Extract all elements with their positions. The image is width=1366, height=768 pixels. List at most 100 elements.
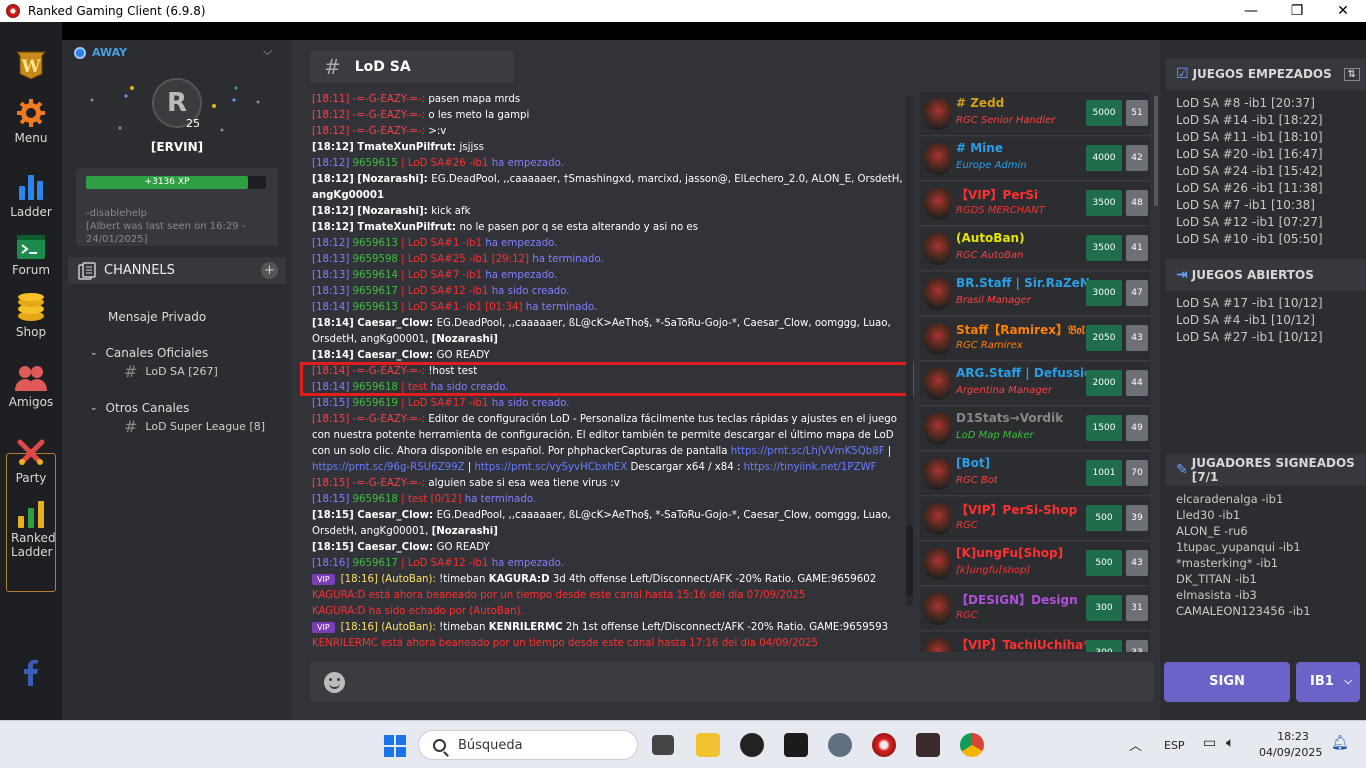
user-row[interactable]: (AutoBan) RGC AutoBan 3500 41 [920, 227, 1150, 271]
profile-message-line: 24/01/2025] [86, 234, 148, 245]
user-row[interactable]: [K]ungFu[Shop] [k]ungfu[shop] 500 43 [920, 542, 1150, 586]
file-explorer-icon[interactable] [696, 733, 720, 757]
started-game-item[interactable]: LoD SA #11 -ib1 [18:10] [1176, 129, 1323, 146]
user-row[interactable]: 【DESIGN】Design RGC 300 31 [920, 587, 1150, 631]
open-game-item[interactable]: LoD SA #17 -ib1 [10/12] [1176, 295, 1323, 312]
user-role: RGC AutoBan [956, 250, 1024, 261]
rail-party[interactable]: Party [0, 438, 62, 485]
chat-link[interactable]: https://tinyiink.net/1PZWF [744, 462, 877, 473]
started-game-item[interactable]: LoD SA #7 -ib1 [10:38] [1176, 197, 1323, 214]
started-game-item[interactable]: LoD SA #10 -ib1 [05:50] [1176, 231, 1323, 248]
user-row[interactable]: # Zedd RGC Senior Handler 5000 51 [920, 92, 1150, 136]
official-channels-group[interactable]: ⌄ Canales Oficiales [90, 346, 208, 360]
add-channel-button[interactable]: + [261, 262, 278, 279]
user-row[interactable]: D1Stats→Vordik LoD Map Maker 1500 49 [920, 407, 1150, 451]
user-row[interactable]: Staff【Ramirex】𝔅𝔬𝔩 RGC Ramirex 2050 43 [920, 317, 1150, 361]
chat-scrollbar[interactable] [906, 96, 913, 606]
signed-player-item[interactable]: Lled30 -ib1 [1176, 507, 1311, 523]
user-row[interactable]: 【VIP】PerSi RGDS MERCHANT 3500 48 [920, 182, 1150, 226]
user-level-badge: 44 [1126, 370, 1148, 396]
signed-player-item[interactable]: CAMALEON123456 -ib1 [1176, 603, 1311, 619]
task-view-icon[interactable] [652, 735, 674, 755]
started-game-item[interactable]: LoD SA #8 -ib1 [20:37] [1176, 95, 1323, 112]
chevron-up-icon[interactable]: ︿ [1129, 735, 1142, 754]
user-avatar [924, 503, 952, 535]
notification-bell-icon[interactable]: 🔔︎ [1331, 735, 1349, 751]
emoji-icon[interactable] [324, 672, 345, 693]
chat-segment: 9659613 [352, 302, 402, 313]
chat-link[interactable]: https://prnt.sc/LhjVVmK5Qb8F [731, 446, 885, 457]
sign-button[interactable]: SIGN [1164, 662, 1290, 702]
rail-menu[interactable]: Menu [0, 98, 62, 145]
chat-segment: 2h 1st offense Left/Disconnect/AFK -20% … [562, 622, 889, 633]
warcraft-logo[interactable]: W [0, 50, 62, 83]
user-row[interactable]: [Bot] RGC Bot 1001 70 [920, 452, 1150, 496]
rail-ranked-ladder[interactable]: Ranked Ladder [0, 500, 62, 559]
signed-player-item[interactable]: ALON_E -ru6 [1176, 523, 1311, 539]
network-icon[interactable]: ▭ [1203, 735, 1216, 751]
region-select[interactable]: IB1 ⌵ [1296, 662, 1360, 702]
signed-player-item[interactable]: *masterking* -ib1 [1176, 555, 1311, 571]
chat-segment: [18:12] [Nozarashi]: [312, 206, 432, 217]
chat-link[interactable]: https://prnt.sc/96g-RSU6Z99Z [312, 462, 465, 473]
user-row[interactable]: 【VIP】TachiUchiha*300 33 [920, 632, 1150, 652]
language-indicator[interactable]: ESP [1164, 739, 1185, 752]
user-row[interactable]: BR.Staff | Sir.RaZeN Brasil Manager 3000 47 [920, 272, 1150, 316]
rail-ladder[interactable]: Ladder [0, 172, 62, 219]
started-game-item[interactable]: LoD SA #20 -ib1 [16:47] [1176, 146, 1323, 163]
ranked-gaming-client-icon[interactable] [872, 733, 896, 757]
minimize-button[interactable]: — [1228, 0, 1274, 22]
rail-friends[interactable]: Amigos [0, 364, 62, 409]
warcraft-game-icon[interactable] [916, 733, 940, 757]
signed-player-item[interactable]: DK_TITAN -ib1 [1176, 571, 1311, 587]
other-channels-group[interactable]: ⌄ Otros Canales [90, 401, 189, 415]
channel-lod-super-league[interactable]: # LoD Super League [8] [124, 417, 265, 436]
volume-icon[interactable]: 🔈︎ [1226, 735, 1234, 751]
close-button[interactable]: ✕ [1320, 0, 1366, 22]
status-selector[interactable]: AWAY [74, 46, 127, 59]
maximize-button[interactable]: ❐ [1274, 0, 1320, 22]
signed-player-item[interactable]: elcaradenalga -ib1 [1176, 491, 1311, 507]
rail-shop[interactable]: Shop [0, 292, 62, 339]
highlight-box [300, 362, 914, 396]
started-game-item[interactable]: LoD SA #26 -ib1 [11:38] [1176, 180, 1323, 197]
user-list-scrollbar[interactable] [1154, 96, 1158, 206]
chat-message: [18:12] [Nozarashi]: EG.DeadPool, ,,caaa… [312, 172, 906, 204]
rail-forum[interactable]: Forum [0, 234, 62, 277]
user-list[interactable]: # Zedd RGC Senior Handler 5000 51 # Mine Euro… [920, 92, 1150, 652]
chevron-down-icon[interactable]: ⌵ [263, 44, 272, 59]
chrome-icon[interactable] [960, 733, 984, 757]
open-game-item[interactable]: LoD SA #27 -ib1 [10/12] [1176, 329, 1323, 346]
channel-title-bar: # LoD SA [310, 51, 514, 83]
chat-segment: 9659617 [352, 558, 402, 569]
started-game-item[interactable]: LoD SA #24 -ib1 [15:42] [1176, 163, 1323, 180]
sort-icon[interactable]: ⇅ [1343, 67, 1360, 81]
chat-link[interactable]: https://prnt.sc/vySyvHCbxhEX [474, 462, 627, 473]
user-row[interactable]: ARG.Staff | Defussion Argentina Manager 20… [920, 362, 1150, 406]
chat-scrollbar-thumb[interactable] [906, 526, 913, 596]
user-level-badge: 43 [1126, 325, 1148, 351]
media-player-icon[interactable] [740, 733, 764, 757]
channel-lod-sa[interactable]: # LoD SA [267] [124, 362, 218, 381]
signed-player-item[interactable]: elmasista -ib3 [1176, 587, 1311, 603]
windows-start-icon[interactable] [384, 735, 406, 757]
private-message-link[interactable]: Mensaje Privado [108, 310, 206, 324]
clock-time[interactable]: 18:23 [1262, 730, 1324, 743]
message-input[interactable] [310, 662, 1154, 702]
signed-player-item[interactable]: 1tupac_yupanqui -ib1 [1176, 539, 1311, 555]
taskbar-search[interactable]: Búsqueda [418, 730, 638, 760]
started-game-item[interactable]: LoD SA #14 -ib1 [18:22] [1176, 112, 1323, 129]
xp-bar: +3136 XP [86, 176, 266, 189]
user-row[interactable]: 【VIP】PerSi-Shop RGC 500 39 [920, 497, 1150, 541]
clock-date[interactable]: 04/09/2025 [1259, 746, 1322, 759]
user-level-badge: 48 [1126, 190, 1148, 216]
launcher-icon[interactable] [828, 733, 852, 757]
facebook-link[interactable] [0, 660, 62, 689]
window-title: Ranked Gaming Client (6.9.8) [28, 4, 206, 18]
open-game-item[interactable]: LoD SA #4 -ib1 [10/12] [1176, 312, 1323, 329]
official-channels-label: Canales Oficiales [105, 346, 209, 360]
chat-segment: ha empezado. [485, 270, 558, 281]
started-game-item[interactable]: LoD SA #12 -ib1 [07:27] [1176, 214, 1323, 231]
app-icon[interactable] [784, 733, 808, 757]
user-row[interactable]: # Mine Europe Admin 4000 42 [920, 137, 1150, 181]
